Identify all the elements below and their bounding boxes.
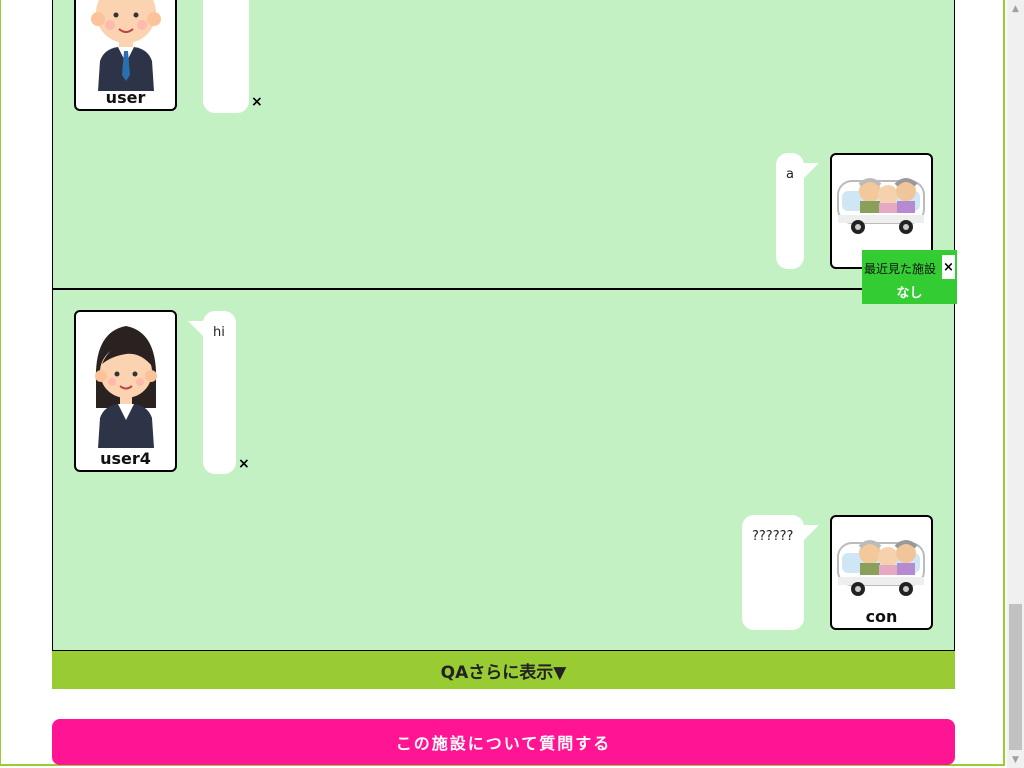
question-bubble: hi	[203, 311, 236, 474]
businessman-avatar-icon	[91, 0, 161, 91]
question-bubble-tail	[188, 321, 204, 337]
answer-bubble-tail	[803, 163, 819, 179]
care-van-icon	[837, 540, 925, 596]
answer-bubble: ??????	[742, 515, 804, 630]
delete-question-button[interactable]: ×	[251, 95, 263, 109]
scroll-down-icon[interactable]: ▼	[1007, 751, 1024, 768]
answer-text: a	[786, 167, 794, 182]
qa-thread: user × a	[52, 0, 955, 289]
question-user-name: user4	[100, 449, 151, 468]
businesswoman-avatar-icon	[95, 326, 157, 448]
qa-thread: user4 hi × ?????? con	[52, 289, 955, 651]
answer-bubble: a	[776, 153, 804, 269]
answer-user-name: con	[865, 607, 898, 626]
delete-question-button[interactable]: ×	[238, 457, 250, 471]
question-avatar-card: user	[74, 0, 177, 111]
ask-question-button[interactable]: この施設について質問する	[52, 719, 955, 765]
question-bubble	[203, 0, 249, 113]
question-text: hi	[213, 325, 225, 340]
show-more-qa-button[interactable]: QAさらに表示▼	[52, 651, 955, 689]
close-icon[interactable]: ×	[942, 255, 955, 279]
answer-avatar-card: con	[830, 515, 933, 630]
answer-text: ??????	[752, 529, 794, 544]
question-user-name: user	[105, 88, 146, 107]
qa-list: user × a user4 hi × ?????? con	[52, 0, 955, 651]
scroll-up-icon[interactable]: ▲	[1007, 0, 1024, 17]
scrollbar-thumb[interactable]	[1009, 604, 1022, 750]
care-van-icon	[837, 178, 925, 234]
vertical-scrollbar[interactable]: ▲ ▼	[1007, 0, 1024, 768]
recently-viewed-panel: 最近見た施設 × なし	[862, 250, 957, 304]
recently-viewed-title: 最近見た施設	[864, 262, 937, 276]
question-avatar-card: user4	[74, 310, 177, 472]
answer-bubble-tail	[803, 525, 819, 541]
recently-viewed-value: なし	[896, 286, 923, 301]
